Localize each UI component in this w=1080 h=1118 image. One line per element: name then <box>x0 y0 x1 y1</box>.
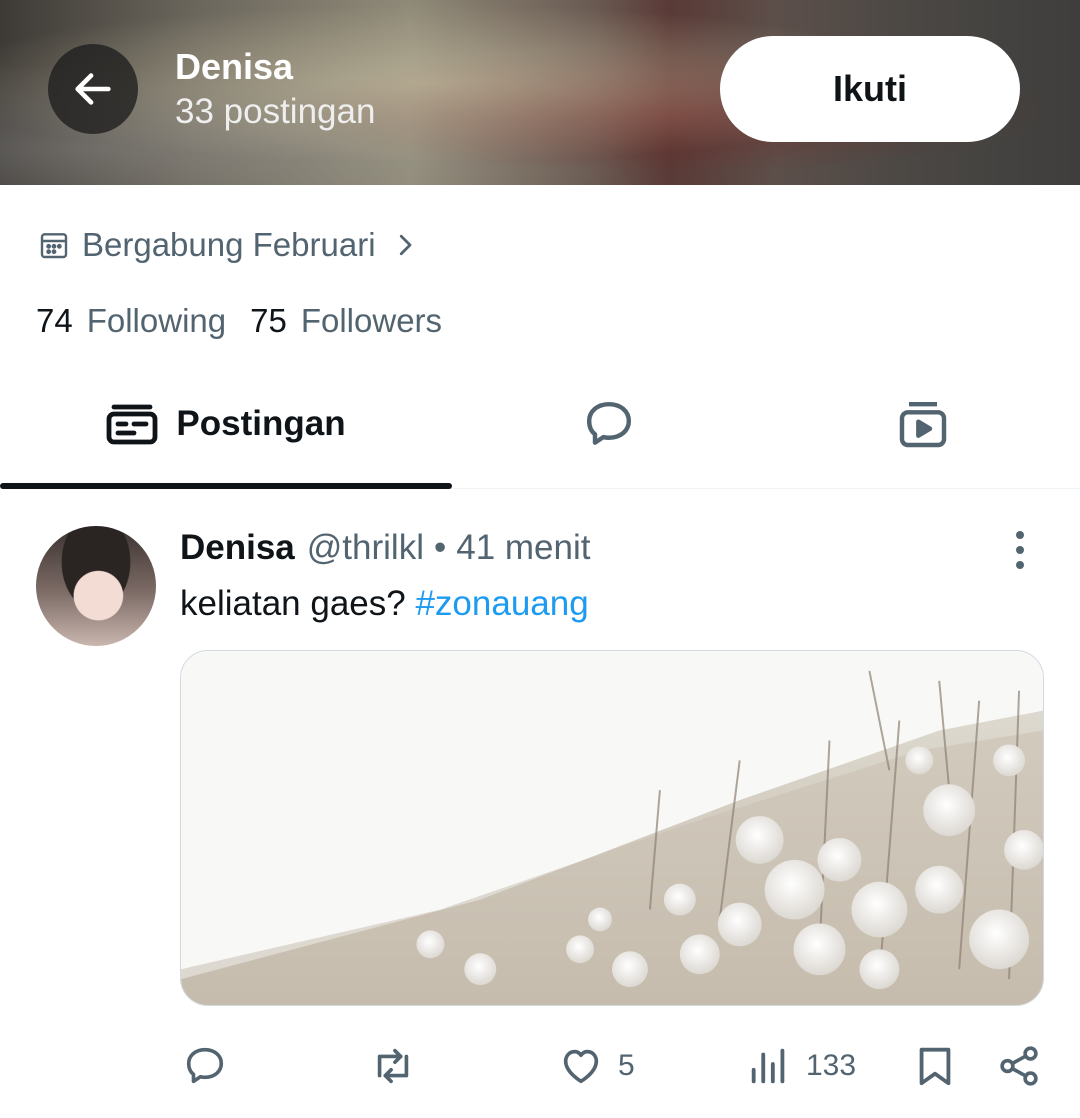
media-icon <box>899 401 947 448</box>
active-tab-indicator <box>0 483 452 489</box>
post-author-name[interactable]: Denisa <box>180 528 295 568</box>
post-author-handle[interactable]: @thrilkl <box>307 528 424 568</box>
repost-button[interactable] <box>370 1036 416 1096</box>
share-button[interactable] <box>996 1036 1042 1096</box>
cotton-field-photo <box>181 651 1043 1005</box>
replies-icon <box>586 401 632 445</box>
bookmark-icon <box>919 1047 951 1086</box>
back-arrow-icon <box>75 73 111 105</box>
post-action-bar: 5 133 <box>180 1036 1044 1096</box>
followers-count[interactable]: 75 <box>250 302 287 340</box>
reply-icon <box>186 1047 224 1084</box>
post-media-image[interactable] <box>180 650 1044 1006</box>
calendar-icon <box>40 233 68 259</box>
post-text: keliatan gaes? #zonauang <box>180 584 589 624</box>
tab-media[interactable] <box>766 360 1080 488</box>
reply-button[interactable] <box>182 1036 228 1096</box>
post-hashtag-link[interactable]: #zonauang <box>415 584 588 623</box>
back-button[interactable] <box>48 44 138 134</box>
share-icon <box>1000 1046 1038 1086</box>
post-header: Denisa @thrilkl • 41 menit <box>180 528 591 568</box>
post-text-body: keliatan gaes? <box>180 584 406 623</box>
bookmark-button[interactable] <box>912 1036 958 1096</box>
tab-posts-label: Postingan <box>176 404 346 443</box>
following-label[interactable]: Following <box>87 302 226 340</box>
header-name: Denisa <box>175 46 294 87</box>
like-icon <box>563 1049 599 1084</box>
views-count: 133 <box>806 1049 857 1082</box>
repost-icon <box>377 1048 409 1084</box>
following-count[interactable]: 74 <box>36 302 73 340</box>
header-post-count: 33 postingan <box>175 92 376 131</box>
posts-icon <box>107 404 158 445</box>
more-vertical-icon[interactable] <box>1004 528 1036 572</box>
profile-header-banner: Denisa 33 postingan Ikuti <box>0 0 1080 185</box>
views-icon <box>751 1048 785 1084</box>
joined-date-text: Bergabung Februari <box>82 226 376 263</box>
post-timestamp[interactable]: 41 menit <box>456 528 590 568</box>
profile-tabs: Postingan <box>0 360 1080 489</box>
tab-posts[interactable]: Postingan <box>0 360 452 489</box>
chevron-right-icon <box>399 234 411 256</box>
like-count: 5 <box>618 1049 635 1082</box>
followers-label[interactable]: Followers <box>301 302 442 340</box>
tab-replies[interactable] <box>452 360 766 488</box>
joined-date-row[interactable]: Bergabung Februari <box>38 222 420 268</box>
follow-button[interactable]: Ikuti <box>720 36 1020 142</box>
views-button[interactable]: 133 <box>746 1036 856 1096</box>
post-separator: • <box>433 528 447 567</box>
post-author-avatar[interactable] <box>36 526 156 646</box>
like-button[interactable]: 5 <box>558 1036 635 1096</box>
follow-stats: 74 Following 75 Followers <box>36 302 466 340</box>
